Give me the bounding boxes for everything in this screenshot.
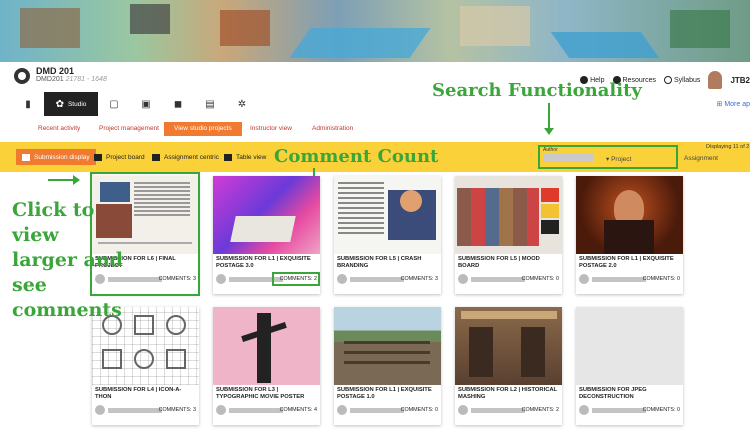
submission-card[interactable]: SUBMISSION FOR L5 | MOOD BOARD COMMENTS:… — [455, 176, 562, 294]
submission-thumbnail[interactable] — [576, 176, 683, 254]
comment-count: COMMENTS: 3 — [400, 276, 438, 282]
submission-card[interactable]: SUBMISSION FOR JPEG DECONSTRUCTION COMME… — [576, 307, 683, 425]
submission-title: SUBMISSION FOR L2 | HISTORICAL MASHING — [458, 387, 557, 400]
comment-count: COMMENTS: 0 — [521, 276, 559, 282]
submission-title: SUBMISSION FOR L1 | EXQUISITE POSTAGE 2.… — [579, 256, 674, 269]
submission-title: SUBMISSION FOR L1 | EXQUISITE POSTAGE 1.… — [337, 387, 432, 400]
comment-count: COMMENTS: 0 — [642, 276, 680, 282]
subnav-recent-activity[interactable]: Recent activity — [34, 122, 84, 136]
annotation-arrow-search — [544, 103, 554, 135]
syllabus-link[interactable]: Syllabus — [663, 76, 700, 84]
subnav-project-management[interactable]: Project management — [95, 122, 163, 136]
author-search-input[interactable] — [543, 154, 593, 162]
course-banner-image — [0, 0, 750, 62]
tab-calendar-icon[interactable]: ▣ — [130, 92, 162, 116]
author-avatar — [458, 274, 468, 284]
table-view-button[interactable]: Table view — [224, 151, 266, 163]
comment-count: COMMENTS: 2 — [521, 407, 559, 413]
project-board-button[interactable]: Project board — [94, 151, 145, 163]
annotation-comment: Comment Count — [274, 146, 439, 167]
tab-clipboard-icon[interactable]: ▤ — [194, 92, 226, 116]
submission-thumbnail[interactable] — [334, 176, 441, 254]
user-avatar[interactable] — [708, 71, 723, 89]
author-avatar — [337, 405, 347, 415]
submission-thumbnail[interactable] — [455, 176, 562, 254]
submission-card[interactable]: SUBMISSION FOR L4 | ICON-A-THON COMMENTS… — [92, 307, 199, 425]
author-avatar — [95, 405, 105, 415]
displaying-count: Displaying 11 of 2 — [706, 144, 750, 150]
comment-count: COMMENTS: 0 — [642, 407, 680, 413]
course-subtitle: DMD201 21781 - 1648 — [36, 76, 107, 83]
author-avatar — [216, 274, 226, 284]
assignment-select[interactable]: Assignment — [684, 155, 718, 162]
tab-wheel-icon[interactable]: ✲ — [226, 92, 258, 116]
author-avatar — [579, 274, 589, 284]
annotation-arrow-click — [48, 175, 80, 185]
author-avatar — [579, 405, 589, 415]
annotation-click: Click to view larger and see comments — [12, 199, 123, 321]
comment-count: COMMENTS: 3 — [158, 407, 196, 413]
submission-display-button[interactable]: Submission display — [16, 149, 96, 165]
submission-card[interactable]: SUBMISSION FOR L1 | EXQUISITE POSTAGE 1.… — [334, 307, 441, 425]
project-select[interactable]: ▾ Project — [606, 155, 631, 163]
submission-card[interactable]: SUBMISSION FOR L1 | EXQUISITE POSTAGE 2.… — [576, 176, 683, 294]
author-name-redacted — [471, 408, 525, 413]
author-name-redacted — [471, 277, 525, 282]
user-name[interactable]: JTB2 — [730, 76, 750, 85]
submission-title: SUBMISSION FOR L5 | MOOD BOARD — [458, 256, 540, 269]
author-avatar — [216, 405, 226, 415]
more-apps-link[interactable]: ⊞ More ap — [716, 100, 750, 108]
palette-icon: ✿ — [55, 98, 64, 110]
submission-title: SUBMISSION FOR L1 | EXQUISITE POSTAGE 3.… — [216, 256, 311, 269]
subnav-administration[interactable]: Administration — [308, 122, 357, 136]
subnav-view-studio-projects[interactable]: View studio projects — [164, 122, 242, 136]
submission-card[interactable]: SUBMISSION FOR L2 | HISTORICAL MASHING C… — [455, 307, 562, 425]
submission-card[interactable]: SUBMISSION FOR L5 | CRASH BRANDING COMME… — [334, 176, 441, 294]
subnav-instructor-view[interactable]: Instructor view — [246, 122, 296, 136]
tab-notebook-icon[interactable]: ▮ — [12, 92, 44, 116]
submission-thumbnail[interactable] — [334, 307, 441, 385]
studio-subnav: Recent activity Project management View … — [0, 122, 750, 136]
grid-icon — [22, 153, 30, 161]
submission-title: SUBMISSION FOR L3 | TYPOGRAPHIC MOVIE PO… — [216, 387, 305, 400]
submission-thumbnail[interactable] — [455, 307, 562, 385]
comment-count: COMMENTS: 0 — [400, 407, 438, 413]
comment-count: COMMENTS: 4 — [279, 407, 317, 413]
author-name-redacted — [108, 408, 162, 413]
course-logo-icon[interactable] — [14, 68, 30, 84]
comment-count-highlight-box — [272, 272, 320, 286]
submission-thumbnail[interactable] — [576, 307, 683, 385]
submission-thumbnail[interactable] — [213, 176, 320, 254]
list-icon — [152, 153, 160, 161]
board-icon — [94, 153, 102, 161]
submission-thumbnail[interactable] — [213, 307, 320, 385]
author-label: Author — [543, 147, 558, 153]
tab-monitor-icon[interactable]: ▢ — [98, 92, 130, 116]
author-avatar — [337, 274, 347, 284]
author-name-redacted — [229, 408, 283, 413]
author-name-redacted — [592, 277, 646, 282]
annotation-search: Search Functionality — [432, 80, 642, 101]
submission-title: SUBMISSION FOR L4 | ICON-A-THON — [95, 387, 182, 400]
tab-studio[interactable]: ✿ Studio — [44, 92, 98, 116]
submission-title: SUBMISSION FOR JPEG DECONSTRUCTION — [579, 387, 647, 400]
info-icon — [663, 76, 672, 84]
course-title: DMD 201 — [36, 66, 75, 76]
tab-chat-icon[interactable]: ◼ — [162, 92, 194, 116]
submission-card[interactable]: SUBMISSION FOR L3 | TYPOGRAPHIC MOVIE PO… — [213, 307, 320, 425]
author-avatar — [458, 405, 468, 415]
submission-title: SUBMISSION FOR L5 | CRASH BRANDING — [337, 256, 422, 269]
author-name-redacted — [350, 408, 404, 413]
grid-icon: ⊞ — [716, 101, 723, 108]
author-name-redacted — [350, 277, 404, 282]
table-icon — [224, 153, 232, 161]
author-name-redacted — [592, 408, 646, 413]
assignment-centric-button[interactable]: Assignment centric — [152, 151, 219, 163]
